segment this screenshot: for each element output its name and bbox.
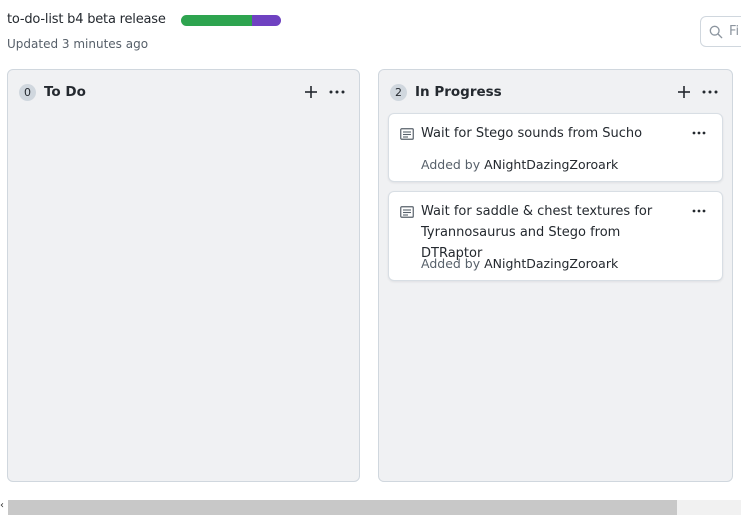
kebab-horizontal-icon — [692, 209, 706, 213]
column-card-count: 2 — [390, 83, 407, 101]
column-title: To Do — [44, 84, 86, 100]
horizontal-scrollbar[interactable] — [8, 500, 741, 515]
progress-in-progress-segment — [252, 15, 281, 26]
scrollbar-thumb[interactable] — [8, 500, 677, 515]
card-meta: Added by ANightDazingZoroark — [421, 157, 618, 172]
project-title: to-do-list b4 beta release — [7, 12, 166, 27]
search-icon — [709, 25, 723, 38]
note-card[interactable]: Wait for saddle & chest textures for Tyr… — [388, 191, 723, 281]
author-link[interactable]: ANightDazingZoroark — [484, 157, 618, 172]
column-header: 0 To Do — [19, 82, 348, 102]
note-card[interactable]: Wait for Stego sounds from Sucho Added b… — [388, 113, 723, 182]
kebab-horizontal-icon — [692, 131, 706, 135]
plus-icon — [305, 86, 317, 98]
card-note-text-line: Wait for saddle & chest textures for — [421, 204, 653, 219]
card-meta: Added by ANightDazingZoroark — [421, 256, 618, 271]
column-title: In Progress — [415, 84, 502, 100]
card-menu-button[interactable] — [688, 123, 710, 143]
added-by-label: Added by — [421, 157, 481, 172]
note-icon — [400, 128, 414, 140]
note-icon — [400, 206, 414, 218]
add-card-button[interactable] — [300, 82, 322, 102]
column-card-count: 0 — [19, 83, 36, 101]
column-menu-button[interactable] — [326, 82, 348, 102]
updated-timestamp: Updated 3 minutes ago — [7, 37, 149, 51]
added-by-label: Added by — [421, 256, 481, 271]
plus-icon — [678, 86, 690, 98]
filter-placeholder: Fi — [729, 24, 740, 39]
kebab-horizontal-icon — [702, 90, 718, 94]
kebab-horizontal-icon — [329, 90, 345, 94]
card-note-text: Wait for Stego sounds from Sucho — [421, 126, 643, 141]
author-link[interactable]: ANightDazingZoroark — [484, 256, 618, 271]
scroll-left-arrow[interactable]: ‹ — [0, 500, 4, 511]
card-note-text: Wait for saddle & chest textures for Tyr… — [421, 201, 682, 264]
column-to-do: 0 To Do — [7, 69, 360, 482]
column-menu-button[interactable] — [699, 82, 721, 102]
add-card-button[interactable] — [673, 82, 695, 102]
column-header: 2 In Progress — [390, 82, 721, 102]
column-in-progress: 2 In Progress Wait for Stego sounds from — [378, 69, 733, 482]
card-menu-button[interactable] — [688, 201, 710, 221]
filter-input[interactable]: Fi — [700, 16, 741, 47]
progress-done-segment — [181, 15, 252, 26]
project-progress-bar — [181, 15, 281, 26]
